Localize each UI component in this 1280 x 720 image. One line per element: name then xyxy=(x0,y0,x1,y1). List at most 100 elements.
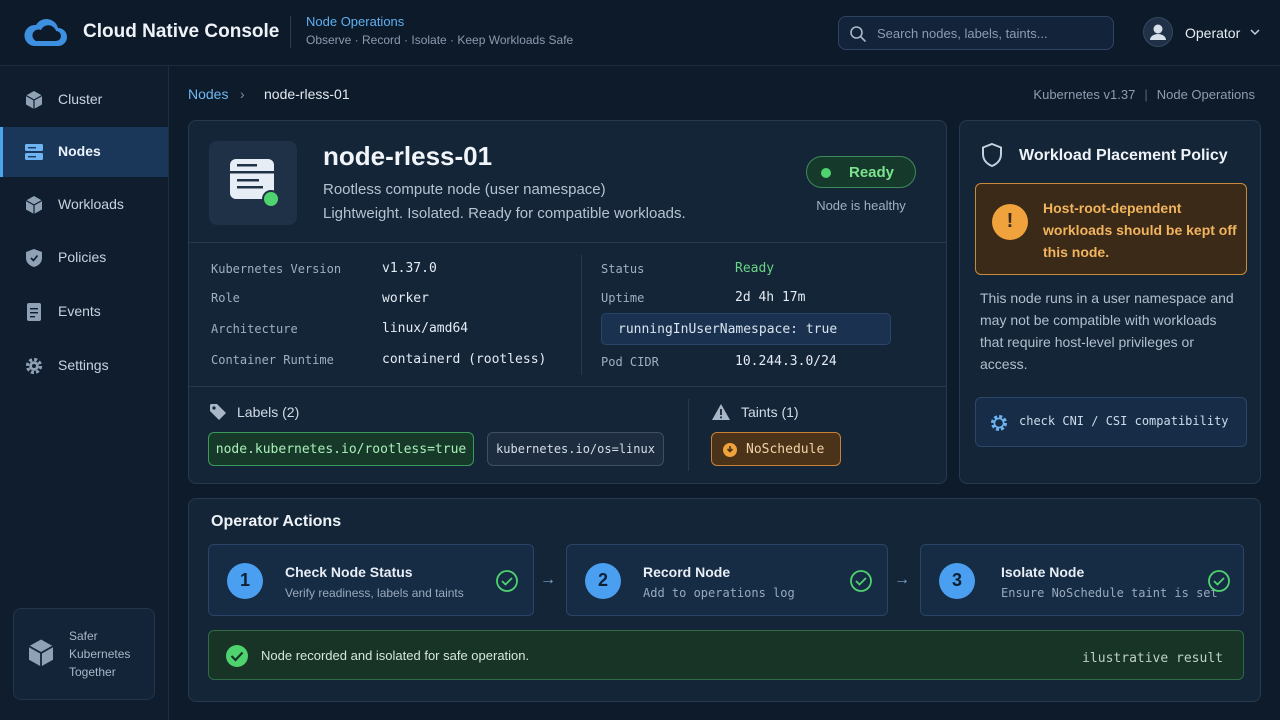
check-circle-icon xyxy=(850,570,872,592)
step-description: Add to operations log xyxy=(643,586,795,600)
status-note: Node is healthy xyxy=(816,198,906,213)
sidebar-item-label: Cluster xyxy=(58,91,103,107)
shield-icon xyxy=(26,249,42,267)
policy-body: This node runs in a user namespace and m… xyxy=(980,290,1234,372)
step-description: Verify readiness, labels and taints xyxy=(285,586,464,600)
document-icon xyxy=(27,303,41,321)
gear-icon xyxy=(25,357,43,375)
search-box[interactable] xyxy=(838,16,1114,50)
detail-value: containerd (rootless) xyxy=(382,352,547,367)
step-isolate-node[interactable]: 3 Isolate Node Ensure NoSchedule taint i… xyxy=(920,544,1244,616)
check-circle-icon xyxy=(496,570,518,592)
cloud-logo-icon xyxy=(24,19,67,46)
step-number: 1 xyxy=(227,563,263,599)
sidebar: Cluster Nodes Workloads Policies Events … xyxy=(0,66,169,720)
context-divider: | xyxy=(1144,87,1148,102)
user-namespace-flag: runningInUserNamespace: true xyxy=(601,313,891,345)
taint-chip[interactable]: NoSchedule xyxy=(711,432,841,466)
step-title: Record Node xyxy=(643,564,731,580)
breadcrumb-context: Kubernetes v1.37 | Node Operations xyxy=(1033,87,1255,102)
sidebar-item-label: Policies xyxy=(58,249,107,265)
tag-icon xyxy=(210,404,226,420)
header-divider xyxy=(290,16,291,48)
breadcrumb-nodes-link[interactable]: Nodes xyxy=(188,86,228,102)
placement-policy-card: Workload Placement Policy ! Host-root-de… xyxy=(959,120,1261,484)
card-divider xyxy=(189,242,946,243)
node-description: Rootless compute node (user namespace) xyxy=(323,181,606,198)
detail-value: linux/amd64 xyxy=(382,321,469,336)
shield-outline-icon xyxy=(982,142,1002,168)
user-name: Operator xyxy=(1185,25,1241,41)
sidebar-item-settings[interactable]: Settings xyxy=(0,341,168,391)
sidebar-item-nodes[interactable]: Nodes xyxy=(0,127,168,177)
step-arrow: → xyxy=(894,571,910,588)
result-text: Node recorded and isolated for safe oper… xyxy=(261,648,530,663)
sidebar-footer-card: Safer Kubernetes Together xyxy=(13,608,155,700)
status-badge-label: Ready xyxy=(849,164,895,181)
sidebar-item-cluster[interactable]: Cluster xyxy=(0,75,168,125)
user-icon xyxy=(1150,24,1166,40)
check-circle-icon xyxy=(1208,570,1230,592)
node-subdescription: Lightweight. Isolated. Ready for compati… xyxy=(323,205,686,222)
labels-title-text: Labels (2) xyxy=(237,404,300,420)
sidebar-item-label: Workloads xyxy=(58,196,124,212)
step-title: Check Node Status xyxy=(285,564,413,580)
sidebar-item-workloads[interactable]: Workloads xyxy=(0,180,168,230)
ready-dot-icon xyxy=(821,168,831,178)
sidebar-item-events[interactable]: Events xyxy=(0,287,168,337)
detail-key: Architecture xyxy=(211,322,298,336)
taint-icon xyxy=(723,443,737,457)
operator-actions-title: Operator Actions xyxy=(211,513,342,530)
check-cni-csi-label: check CNI / CSI compatibility xyxy=(1019,414,1229,428)
policy-title: Workload Placement Policy xyxy=(1019,147,1228,164)
cube-icon xyxy=(28,639,54,667)
operator-actions-card: Operator Actions 1 Check Node Status Ver… xyxy=(188,498,1261,702)
detail-value: v1.37.0 xyxy=(382,261,437,276)
sidebar-item-policies[interactable]: Policies xyxy=(0,233,168,283)
label-chip[interactable]: kubernetes.io/os=linux xyxy=(487,432,664,466)
node-detail-card: node-rless-01 Rootless compute node (use… xyxy=(188,120,947,484)
search-icon xyxy=(850,26,866,42)
success-check-icon xyxy=(226,645,248,667)
labels-section-title: Labels (2) xyxy=(209,403,329,423)
avatar xyxy=(1143,17,1173,47)
context-label: Node Operations xyxy=(1156,87,1255,102)
warning-triangle-icon xyxy=(712,404,730,420)
breadcrumb-current: node-rless-01 xyxy=(264,86,350,102)
cubes-icon xyxy=(25,196,43,214)
exclamation-icon: ! xyxy=(992,204,1028,240)
step-number: 2 xyxy=(585,563,621,599)
detail-key: Kubernetes Version xyxy=(211,262,342,276)
step-description: Ensure NoSchedule taint is set xyxy=(1001,586,1218,600)
node-name: node-rless-01 xyxy=(323,141,493,171)
section-title: Node Operations xyxy=(306,14,405,29)
detail-key: Role xyxy=(211,291,240,305)
policy-warning: ! Host-root-dependent workloads should b… xyxy=(975,183,1247,275)
server-icon xyxy=(25,144,43,160)
chevron-down-icon xyxy=(1250,29,1260,36)
gear-icon xyxy=(991,415,1007,431)
user-menu[interactable]: Operator xyxy=(1143,16,1267,50)
breadcrumb-separator: › xyxy=(240,86,245,102)
step-arrow: → xyxy=(540,571,556,588)
check-cni-csi-button[interactable]: check CNI / CSI compatibility xyxy=(975,397,1247,447)
step-number: 3 xyxy=(939,563,975,599)
details-divider xyxy=(581,255,582,375)
flag-text: runningInUserNamespace: true xyxy=(618,322,838,337)
label-chip-text: node.kubernetes.io/rootless=true xyxy=(215,442,467,457)
detail-value: worker xyxy=(382,291,429,306)
label-chip[interactable]: node.kubernetes.io/rootless=true xyxy=(208,432,474,466)
step-record-node[interactable]: 2 Record Node Add to operations log xyxy=(566,544,888,616)
taint-chip-text: NoSchedule xyxy=(746,442,825,457)
sidebar-footer-text: Safer Kubernetes Together xyxy=(69,629,131,679)
labels-taints-divider xyxy=(688,399,689,471)
detail-key: Status xyxy=(601,262,645,276)
detail-key: Pod CIDR xyxy=(601,355,659,369)
warning-text: Host-root-dependent workloads should be … xyxy=(1043,200,1237,260)
search-input[interactable] xyxy=(877,17,1107,49)
detail-value: 10.244.3.0/24 xyxy=(735,354,837,369)
label-chip-text: kubernetes.io/os=linux xyxy=(496,442,655,456)
server-status-icon xyxy=(230,159,280,208)
taints-section-title: Taints (1) xyxy=(711,403,831,423)
step-check-node-status[interactable]: 1 Check Node Status Verify readiness, la… xyxy=(208,544,534,616)
